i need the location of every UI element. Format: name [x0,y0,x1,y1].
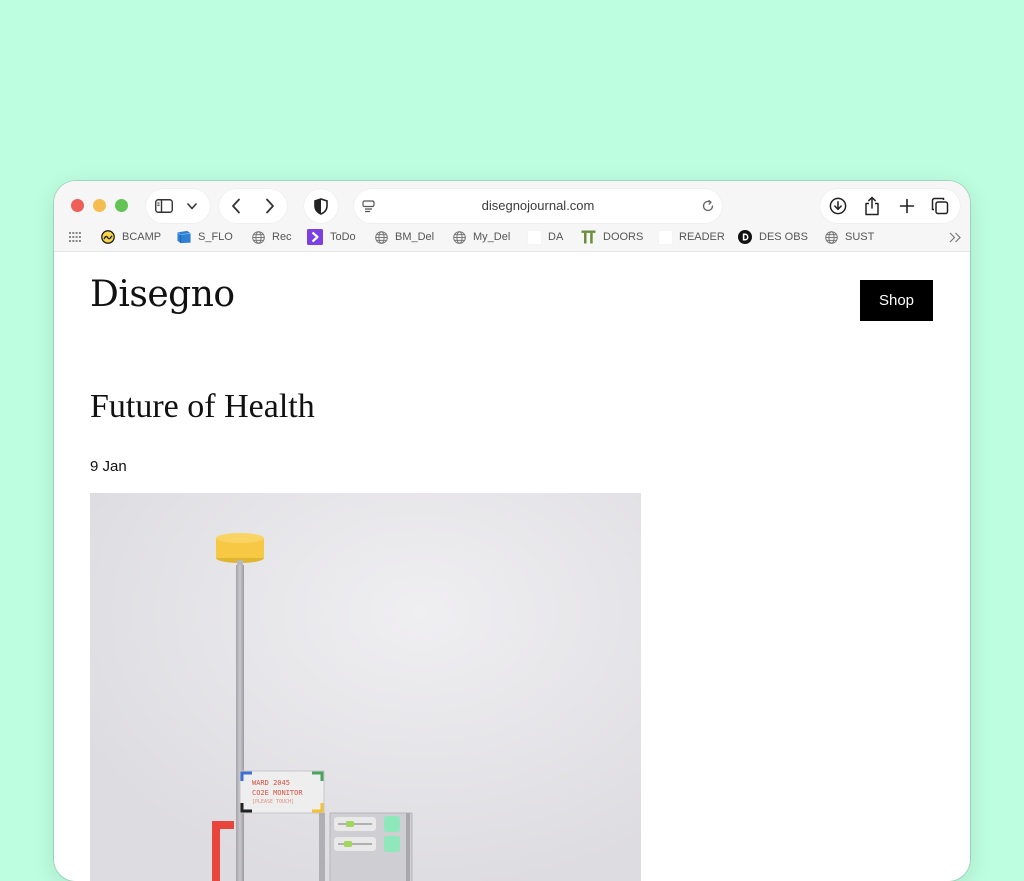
doors-icon [580,230,596,244]
bookmark-label: Rec [272,231,292,243]
apps-grid-icon[interactable] [68,230,82,244]
bookmark-label: My_Del [473,231,511,243]
bookmark-label: ToDo [330,231,356,243]
bookmark-todo[interactable]: ToDo [307,228,356,246]
bookmark-rec[interactable]: Rec [251,228,292,246]
new-tab-icon[interactable] [897,196,917,216]
bookmark-da[interactable]: DA [526,228,563,246]
more-bookmarks-icon[interactable] [947,229,963,245]
bookmark-label: BCAMP [122,231,162,243]
share-icon[interactable] [862,195,882,217]
article-title: Future of Health [90,388,315,425]
site-logo[interactable]: Disegno [90,274,235,315]
hero-illustration: WARD 2045 CO2E MONITOR [PLEASE TOUCH] [90,493,641,881]
globe-icon [824,230,838,244]
navigation-group [219,189,287,223]
sign-line-3: [PLEASE TOUCH] [252,799,294,805]
bookmark-s-flo[interactable]: S_FLO [177,228,233,246]
co2-monitor-sign: WARD 2045 CO2E MONITOR [PLEASE TOUCH] [239,770,325,814]
bookmark-reader[interactable]: READER [657,228,725,246]
bookmark-label: DES OBS [759,231,808,243]
sign-line-1: WARD 2045 [252,779,290,787]
tab-overview-icon[interactable] [930,196,950,216]
bookmark-bcamp[interactable]: BCAMP [101,228,161,246]
lamp-head [216,533,264,566]
bookmark-des-obs[interactable]: DES OBS [738,228,808,246]
bookmark-doors[interactable]: DOORS [580,228,643,246]
globe-icon [251,230,265,244]
privacy-report-button[interactable] [304,189,338,223]
bookmark-label: S_FLO [198,231,233,243]
toolbar-actions [820,189,960,223]
shield-icon [312,197,330,215]
bookmark-my-del[interactable]: My_Del [452,228,510,246]
article-date: 9 Jan [90,458,127,475]
sign-line-2: CO2E MONITOR [252,789,303,797]
bookmark-label: DA [548,231,564,243]
downloads-icon[interactable] [828,196,848,216]
sidebar-toggle-group [146,189,210,223]
globe-icon [452,230,466,244]
browser-toolbar: disegnojournal.com BCAMP S_FLO Rec ToDo … [54,181,970,252]
shop-button[interactable]: Shop [860,280,933,321]
bookmark-label: SUST [845,231,875,243]
todo-icon [307,229,323,245]
basecamp-icon [101,230,115,244]
folder-icon [177,230,191,244]
bookmark-label: READER [679,231,725,243]
bookmark-sust[interactable]: SUST [824,228,874,246]
lamp-pole [236,565,244,881]
bookmark-bm-del[interactable]: BM_Del [374,228,434,246]
des-obs-icon [738,230,752,244]
browser-window: disegnojournal.com BCAMP S_FLO Rec ToDo … [54,181,970,881]
article-hero-image[interactable]: WARD 2045 CO2E MONITOR [PLEASE TOUCH] [90,493,641,881]
reload-icon[interactable] [700,198,716,214]
favorites-bar: BCAMP S_FLO Rec ToDo BM_Del My_Del DA DO… [54,225,970,249]
forward-icon[interactable] [261,197,279,215]
sidebar-icon[interactable] [154,197,174,215]
bookmark-label: DOORS [603,231,644,243]
back-icon[interactable] [227,197,245,215]
bookmark-label: BM_Del [395,231,435,243]
chevron-down-icon[interactable] [184,199,200,213]
close-window-button[interactable] [71,199,84,212]
url-text: disegnojournal.com [481,198,595,213]
blank-icon [657,229,673,245]
zoom-window-button[interactable] [115,199,128,212]
blank-icon [526,229,542,245]
control-panel [329,812,413,881]
minimize-window-button[interactable] [93,199,106,212]
globe-icon [374,230,388,244]
address-bar[interactable]: disegnojournal.com [354,189,722,223]
web-page: Disegno Shop Future of Health 9 Jan WARD… [54,252,970,881]
